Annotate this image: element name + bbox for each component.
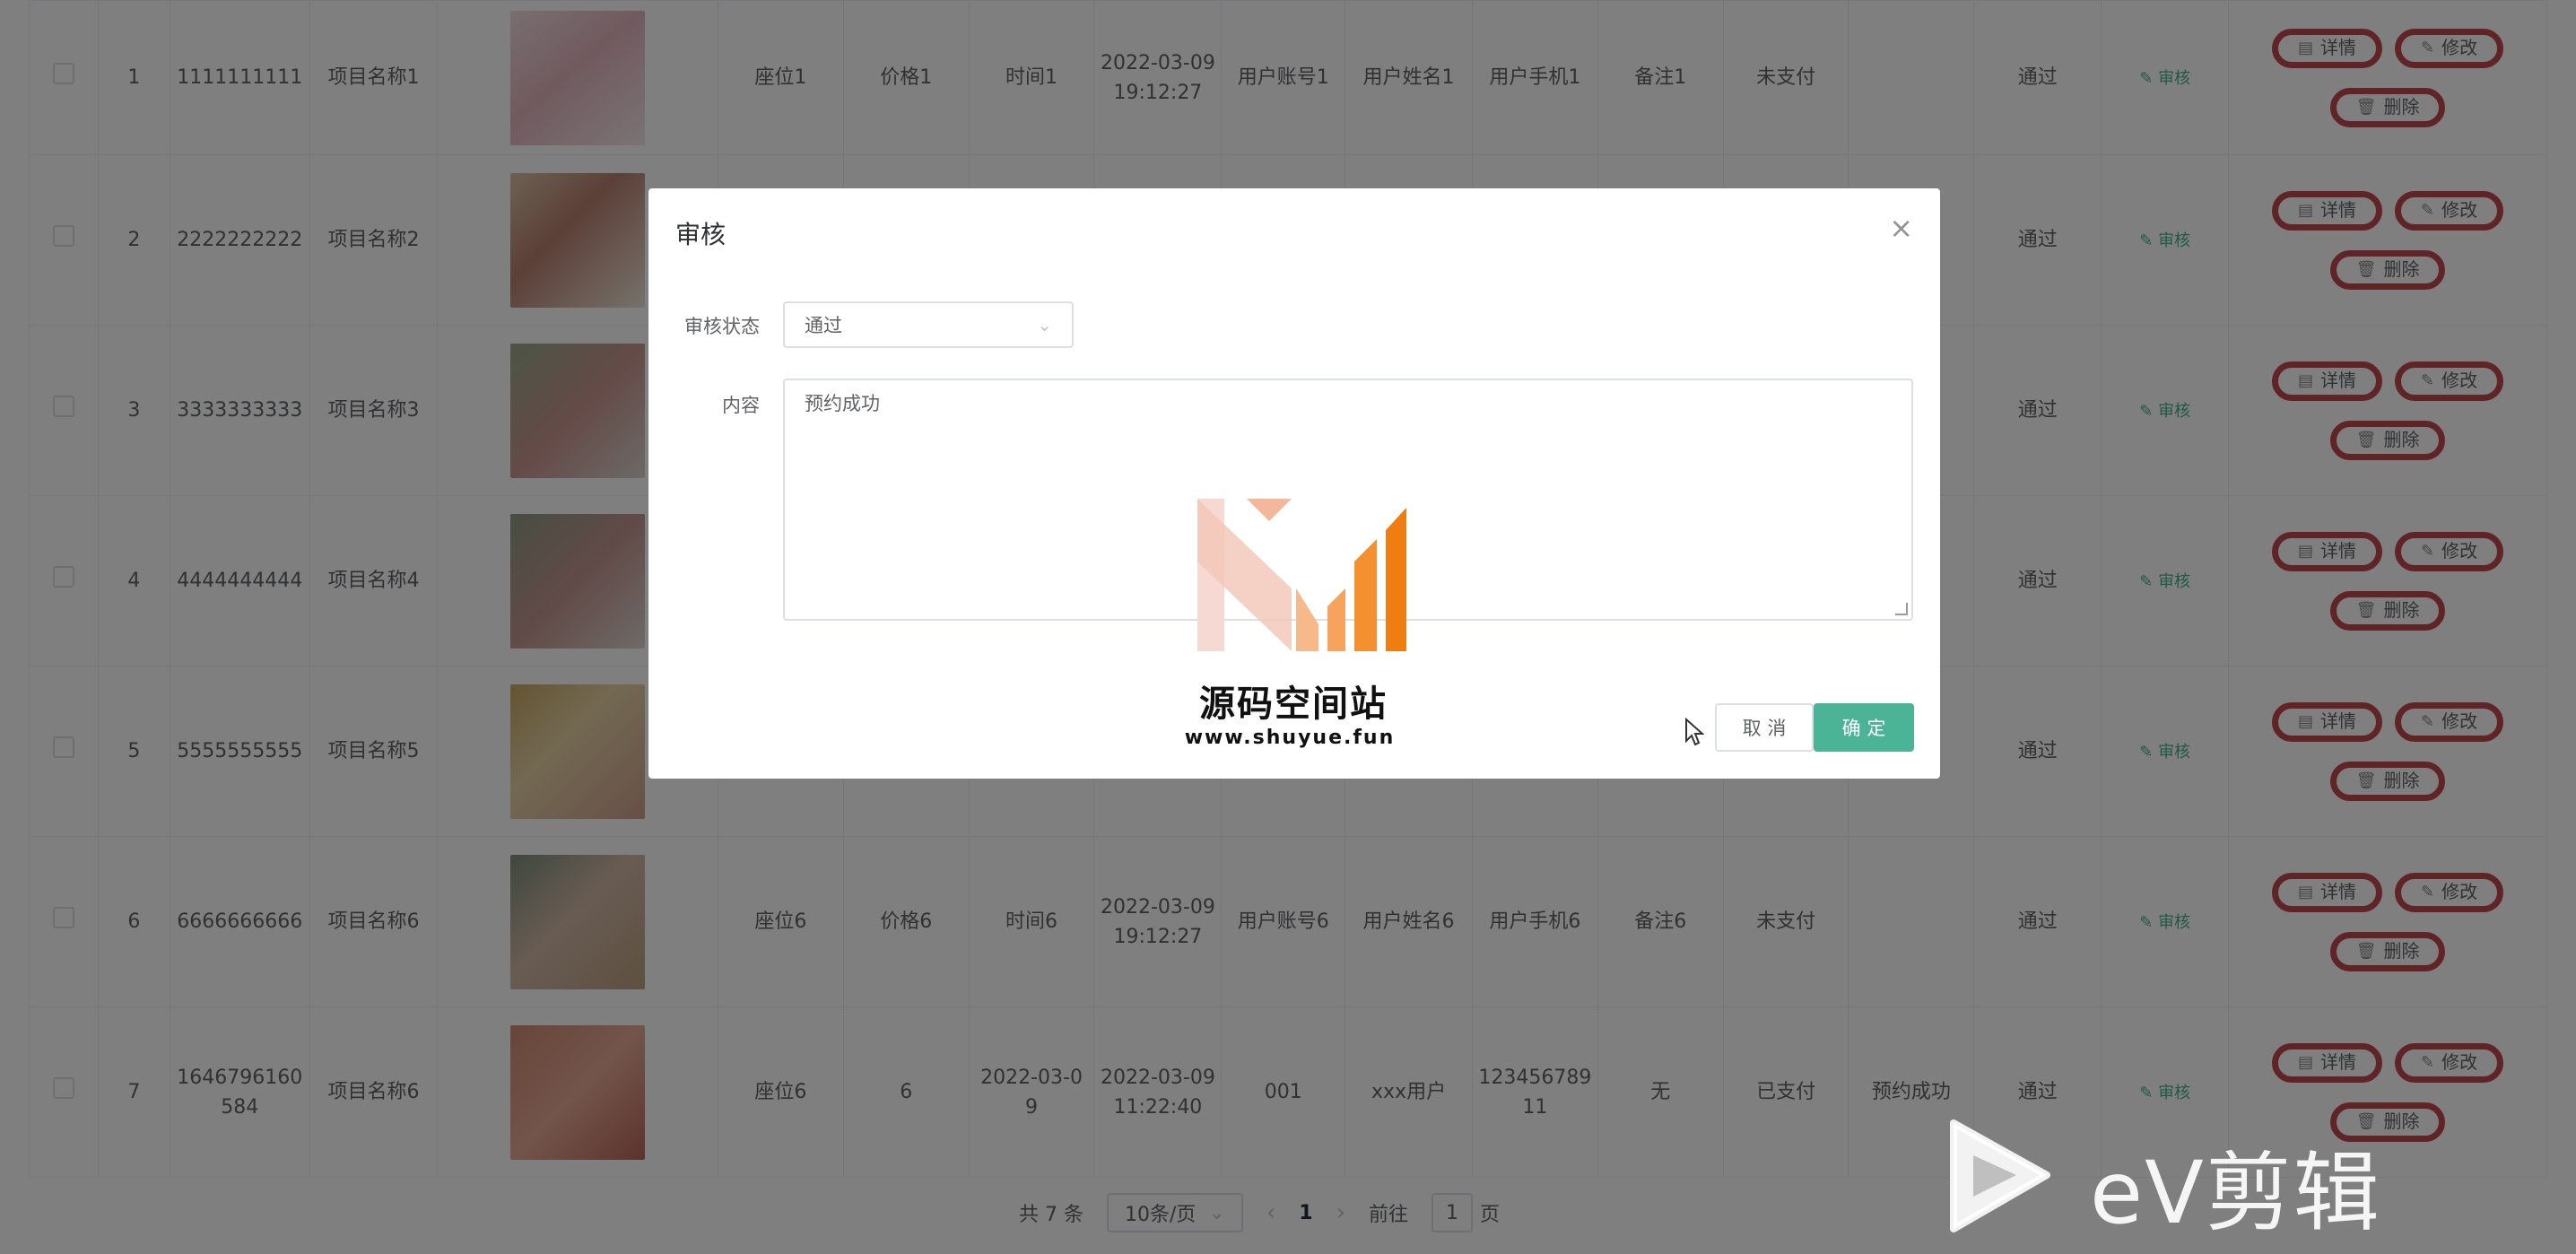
cancel-button[interactable]: 取 消 xyxy=(1715,703,1814,752)
audit-status-label: 审核状态 xyxy=(684,316,760,337)
mouse-cursor-icon xyxy=(1685,718,1704,746)
content-value: 预约成功 xyxy=(805,393,880,414)
dialog-title: 审核 xyxy=(675,220,727,249)
resize-handle-icon[interactable] xyxy=(1895,603,1908,615)
site-url-watermark: www.shuyue.fun xyxy=(1184,727,1396,749)
site-logo-icon xyxy=(1197,499,1406,651)
close-icon[interactable]: × xyxy=(1889,213,1913,242)
site-name-watermark: 源码空间站 xyxy=(1199,684,1388,725)
ev-watermark-text: eV剪辑 xyxy=(2090,1143,2381,1243)
content-label: 内容 xyxy=(722,395,760,416)
chevron-down-icon: ⌄ xyxy=(1037,314,1052,335)
audit-status-value: 通过 xyxy=(805,315,842,336)
audit-status-select[interactable]: 通过 ⌄ xyxy=(783,301,1074,348)
confirm-button[interactable]: 确 定 xyxy=(1814,703,1914,752)
